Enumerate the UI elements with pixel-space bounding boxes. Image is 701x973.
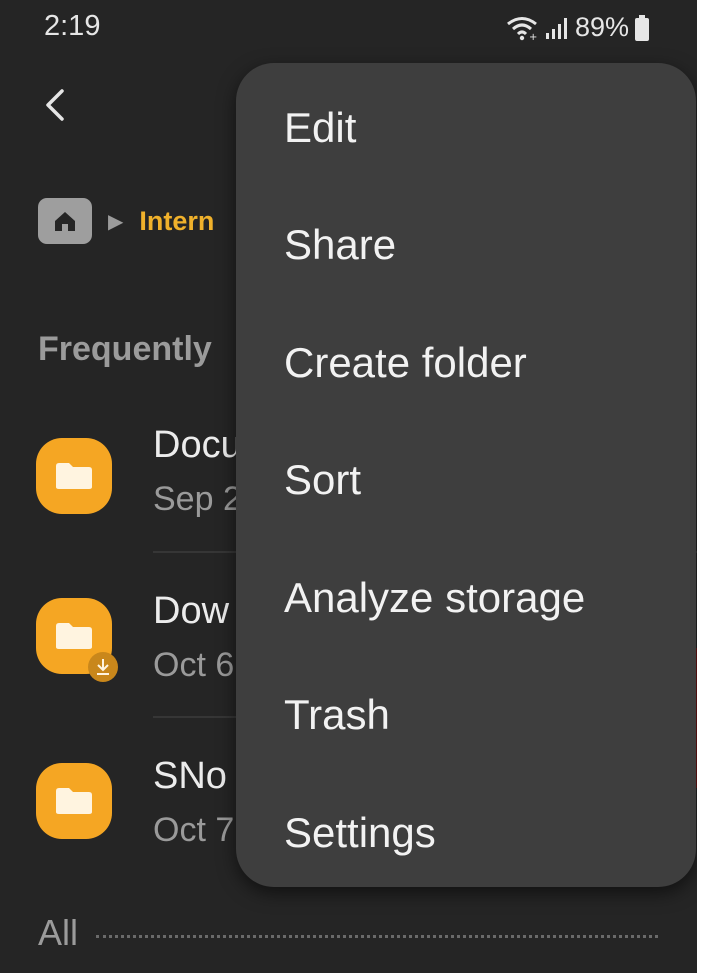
file-name: SNo xyxy=(153,755,227,797)
file-date: Sep 2 xyxy=(153,480,242,518)
file-manager-screen: 2:19 + 89% ▶ Intern Frequently Docu Sep … xyxy=(0,0,697,973)
status-icons: + 89% xyxy=(505,12,649,43)
home-button[interactable] xyxy=(38,198,92,244)
download-icon xyxy=(88,652,118,682)
file-date: Oct 6 xyxy=(153,646,235,684)
file-name: Dow xyxy=(153,590,230,632)
file-date: Oct 7 xyxy=(153,811,235,849)
battery-percent: 89% xyxy=(574,12,629,42)
menu-item-settings[interactable]: Settings xyxy=(236,774,696,892)
back-button[interactable] xyxy=(30,80,80,130)
home-icon xyxy=(55,212,75,231)
breadcrumb: ▶ Intern xyxy=(38,198,214,244)
menu-item-trash[interactable]: Trash xyxy=(236,657,696,775)
signal-icon xyxy=(545,16,569,40)
status-time: 2:19 xyxy=(44,10,101,42)
section-title-all: All xyxy=(38,912,79,953)
menu-item-share[interactable]: Share xyxy=(236,187,696,305)
menu-item-create-folder[interactable]: Create folder xyxy=(236,304,696,422)
dotted-divider xyxy=(96,934,658,938)
menu-item-edit[interactable]: Edit xyxy=(236,69,696,187)
folder-icon xyxy=(36,763,112,839)
file-name: Docu xyxy=(153,424,242,466)
breadcrumb-separator: ▶ xyxy=(108,210,124,233)
breadcrumb-current[interactable]: Intern xyxy=(139,206,214,237)
wifi-calling-icon: + xyxy=(505,15,539,41)
section-all: All xyxy=(38,912,658,954)
menu-item-analyze-storage[interactable]: Analyze storage xyxy=(236,539,696,657)
back-arrow-icon xyxy=(46,89,64,121)
menu-item-sort[interactable]: Sort xyxy=(236,422,696,540)
section-title-frequent: Frequently xyxy=(38,330,212,368)
svg-text:+: + xyxy=(529,32,537,41)
overflow-menu: Edit Share Create folder Sort Analyze st… xyxy=(236,63,696,887)
battery-icon xyxy=(635,14,649,41)
folder-icon xyxy=(36,438,112,514)
